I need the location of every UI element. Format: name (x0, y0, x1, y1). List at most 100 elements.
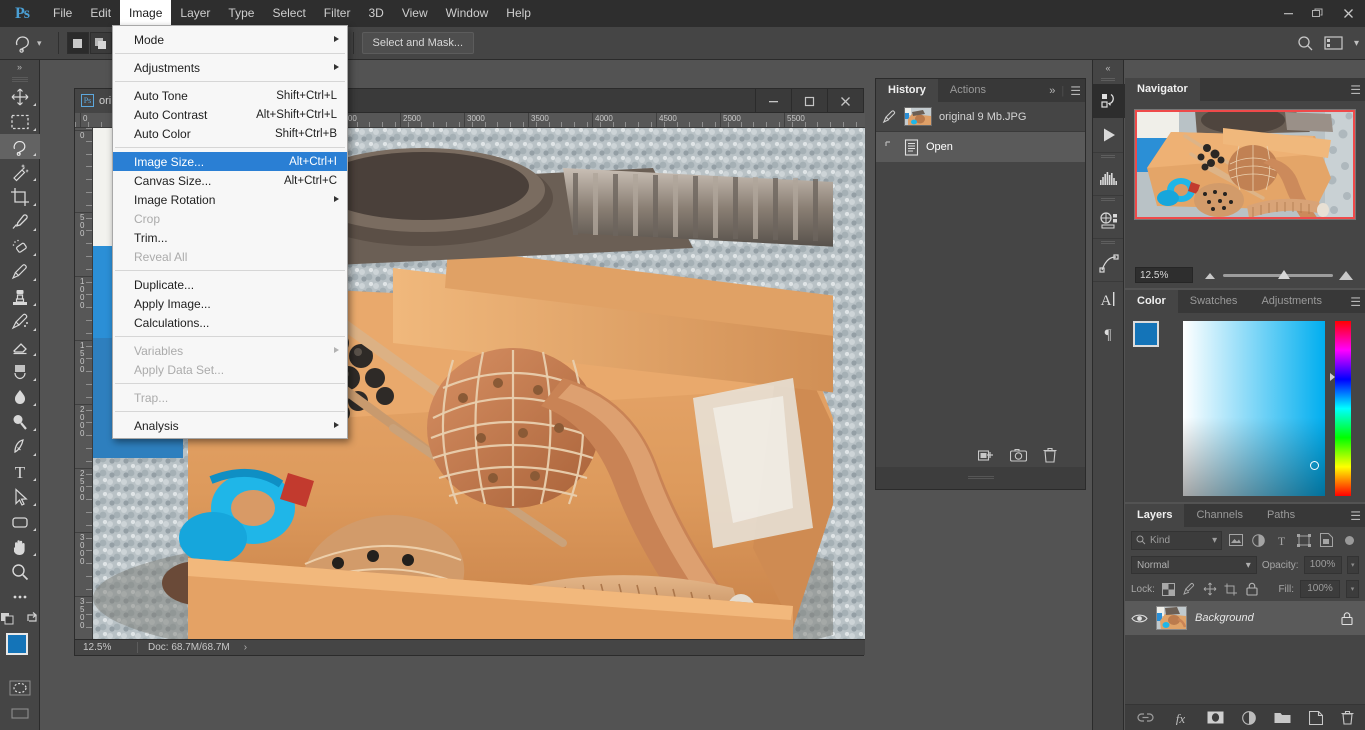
layer-lock-indicator-icon[interactable] (1341, 611, 1353, 626)
layer-filter-kind-select[interactable]: Kind ▾ (1131, 530, 1223, 550)
zoom-slider-thumb[interactable] (1278, 270, 1290, 279)
expand-panels-button[interactable]: « (1093, 60, 1123, 76)
horizontal-type-tool[interactable]: T (0, 459, 40, 484)
navigator-zoom-input[interactable]: 12.5% (1135, 267, 1193, 283)
menu-item-canvas-size[interactable]: Canvas Size... Alt+Ctrl+C (113, 171, 347, 190)
opacity-value[interactable]: 100% (1303, 556, 1342, 574)
menu-select[interactable]: Select (263, 0, 314, 27)
paragraph-panel-icon[interactable]: ¶ (1093, 316, 1125, 350)
properties-3d-icon[interactable] (1093, 204, 1125, 238)
add-to-selection-icon[interactable] (89, 32, 112, 54)
menu-layer[interactable]: Layer (171, 0, 219, 27)
layer-row-background[interactable]: Background (1125, 601, 1365, 635)
menu-type[interactable]: Type (219, 0, 263, 27)
panel-menu-icon[interactable]: ☰ (1350, 509, 1361, 523)
add-layer-mask-icon[interactable] (1207, 711, 1224, 724)
rectangular-marquee-tool[interactable] (0, 109, 40, 134)
gradient-tool[interactable] (0, 359, 40, 384)
dodge-tool[interactable] (0, 409, 40, 434)
new-snapshot-icon[interactable] (1010, 448, 1027, 462)
color-panel-foreground-swatch[interactable] (1133, 321, 1159, 347)
menu-item-auto-tone[interactable]: Auto Tone Shift+Ctrl+L (113, 86, 347, 105)
rail-grip[interactable] (1093, 239, 1123, 247)
new-layer-icon[interactable] (1308, 710, 1323, 725)
menu-view[interactable]: View (393, 0, 437, 27)
blur-tool[interactable] (0, 384, 40, 409)
hue-strip[interactable] (1335, 321, 1351, 496)
rail-grip[interactable] (1093, 76, 1123, 84)
paths-icon[interactable] (1093, 247, 1125, 281)
menu-file[interactable]: File (44, 0, 81, 27)
history-panel-resize-handle[interactable] (876, 467, 1085, 489)
menu-item-adjustments[interactable]: Adjustments (113, 58, 347, 77)
menu-item-analysis[interactable]: Analysis (113, 416, 347, 435)
histogram-icon[interactable] (1093, 161, 1125, 195)
tab-history[interactable]: History (876, 79, 938, 102)
menu-filter[interactable]: Filter (315, 0, 360, 27)
menu-item-calculations[interactable]: Calculations... (113, 313, 347, 332)
tab-color[interactable]: Color (1125, 290, 1178, 313)
layer-thumbnail[interactable] (1156, 606, 1187, 630)
history-actions-icon[interactable] (1093, 84, 1125, 118)
blend-mode-select[interactable]: Normal ▾ (1131, 556, 1257, 574)
quick-mask-button[interactable] (0, 675, 40, 701)
rail-grip[interactable] (1093, 196, 1123, 204)
tab-navigator[interactable]: Navigator (1125, 78, 1200, 101)
new-adjustment-layer-icon[interactable] (1241, 710, 1256, 725)
vertical-ruler[interactable]: 05 0 01 0 0 01 5 0 02 0 0 02 5 0 03 0 0 … (75, 128, 93, 641)
menu-window[interactable]: Window (437, 0, 498, 27)
crop-tool[interactable] (0, 184, 40, 209)
tab-channels[interactable]: Channels (1184, 504, 1254, 527)
foreground-color-swatch[interactable] (6, 633, 28, 655)
panel-menu-icon[interactable]: ☰ (1350, 295, 1361, 309)
delete-state-icon[interactable] (1043, 447, 1057, 463)
hand-tool[interactable] (0, 534, 40, 559)
play-actions-icon[interactable] (1093, 118, 1125, 152)
menu-item-trim[interactable]: Trim... (113, 228, 347, 247)
new-group-icon[interactable] (1274, 711, 1291, 724)
new-document-from-state-icon[interactable] (978, 448, 994, 463)
status-zoom-level[interactable]: 12.5% (75, 642, 137, 653)
chevron-down-icon[interactable]: ▾ (1354, 38, 1359, 49)
eraser-tool[interactable] (0, 334, 40, 359)
brush-tool[interactable] (0, 259, 40, 284)
tool-preset-picker[interactable]: ▾ (8, 33, 50, 53)
history-state-marker-icon[interactable] (882, 141, 897, 153)
zoom-tool[interactable] (0, 559, 40, 584)
menu-item-auto-contrast[interactable]: Auto Contrast Alt+Shift+Ctrl+L (113, 105, 347, 124)
menu-item-mode[interactable]: Mode (113, 30, 347, 49)
restore-document-button[interactable] (791, 89, 827, 113)
filter-image-icon[interactable] (1226, 531, 1245, 550)
fill-stepper[interactable]: ▾ (1346, 580, 1359, 598)
color-spectrum-field[interactable] (1183, 321, 1325, 496)
quick-selection-tool[interactable] (0, 159, 40, 184)
menu-image[interactable]: Image (120, 0, 172, 27)
lock-artboard-icon[interactable] (1224, 581, 1239, 597)
chevron-down-icon[interactable]: ▾ (1246, 560, 1251, 571)
minimize-document-button[interactable] (755, 89, 791, 113)
close-document-button[interactable] (827, 89, 863, 113)
lock-position-icon[interactable] (1203, 581, 1218, 597)
menu-item-apply-image[interactable]: Apply Image... (113, 294, 347, 313)
toolbar-grip[interactable] (0, 74, 39, 84)
path-selection-tool[interactable] (0, 484, 40, 509)
swap-colors-icon[interactable] (25, 611, 39, 625)
eyedropper-tool[interactable] (0, 209, 40, 234)
panel-menu-icon[interactable]: ☰ (1350, 83, 1361, 97)
close-window-button[interactable] (1333, 2, 1363, 24)
chevron-down-icon[interactable]: ▾ (37, 38, 42, 49)
navigator-zoom-slider[interactable] (1201, 267, 1355, 283)
lasso-tool[interactable] (0, 134, 40, 159)
lock-transparent-pixels-icon[interactable] (1161, 581, 1176, 597)
pen-tool[interactable] (0, 434, 40, 459)
menu-item-auto-color[interactable]: Auto Color Shift+Ctrl+B (113, 124, 347, 143)
menu-3d[interactable]: 3D (359, 0, 392, 27)
search-icon[interactable] (1297, 35, 1314, 52)
tab-swatches[interactable]: Swatches (1178, 290, 1250, 313)
collapse-panel-icon[interactable]: » (1049, 85, 1055, 97)
new-selection-icon[interactable] (66, 32, 89, 54)
chevron-down-icon[interactable]: ▾ (1212, 535, 1217, 546)
filter-smart-object-icon[interactable] (1317, 531, 1336, 550)
menu-item-image-size[interactable]: Image Size... Alt+Ctrl+I (113, 152, 347, 171)
layer-name[interactable]: Background (1195, 612, 1254, 624)
